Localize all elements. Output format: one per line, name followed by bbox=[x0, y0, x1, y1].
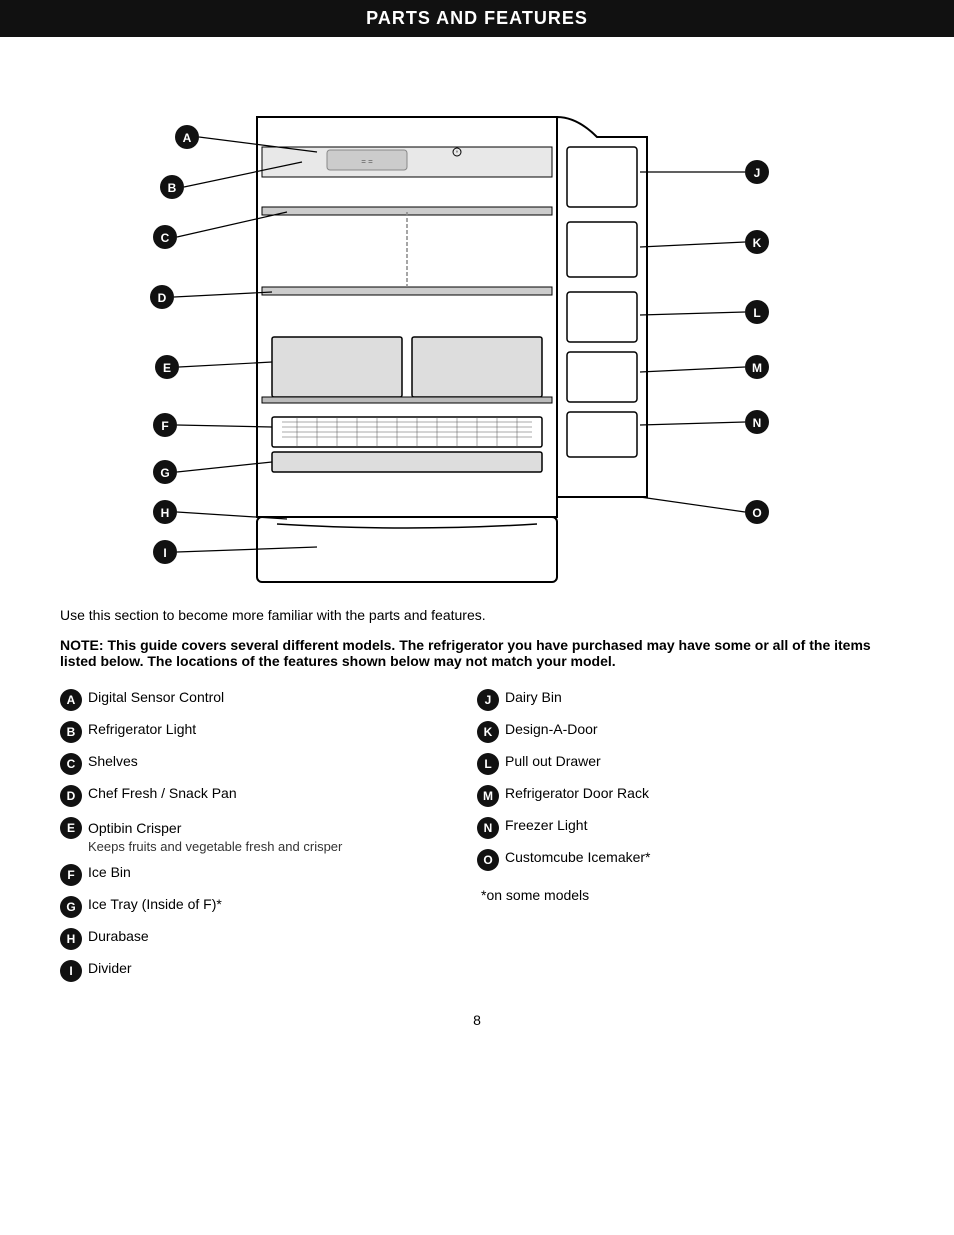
badge-c: C bbox=[60, 753, 82, 775]
intro-label: Use this section to become more familiar… bbox=[60, 607, 486, 623]
badge-m: M bbox=[477, 785, 499, 807]
feature-c-label: Shelves bbox=[88, 753, 138, 769]
note-label: NOTE: This guide covers several differen… bbox=[60, 637, 871, 669]
feature-l-label: Pull out Drawer bbox=[505, 753, 601, 769]
on-some-models: *on some models bbox=[477, 887, 894, 903]
feature-b-label: Refrigerator Light bbox=[88, 721, 196, 737]
feature-o: O Customcube Icemaker* bbox=[477, 849, 894, 871]
badge-e: E bbox=[60, 817, 82, 839]
on-some-models-label: *on some models bbox=[481, 887, 589, 903]
feature-b: B Refrigerator Light bbox=[60, 721, 477, 743]
feature-i: I Divider bbox=[60, 960, 477, 982]
feature-m: M Refrigerator Door Rack bbox=[477, 785, 894, 807]
feature-f: F Ice Bin bbox=[60, 864, 477, 886]
svg-text:C: C bbox=[161, 231, 170, 245]
features-grid: A Digital Sensor Control B Refrigerator … bbox=[0, 689, 954, 992]
svg-text:A: A bbox=[183, 131, 192, 145]
badge-l: L bbox=[477, 753, 499, 775]
feature-l: L Pull out Drawer bbox=[477, 753, 894, 775]
feature-e-label: Optibin Crisper bbox=[88, 820, 181, 836]
feature-k-label: Design-A-Door bbox=[505, 721, 598, 737]
feature-e: E Optibin Crisper Keeps fruits and veget… bbox=[60, 817, 477, 854]
feature-n: N Freezer Light bbox=[477, 817, 894, 839]
badge-g: G bbox=[60, 896, 82, 918]
feature-a-label: Digital Sensor Control bbox=[88, 689, 224, 705]
svg-text:B: B bbox=[168, 181, 177, 195]
svg-text:= =: = = bbox=[361, 157, 373, 166]
feature-e-firstline: E Optibin Crisper bbox=[60, 817, 181, 839]
badge-j: J bbox=[477, 689, 499, 711]
svg-text:O: O bbox=[752, 506, 761, 520]
feature-g-label: Ice Tray (Inside of F)* bbox=[88, 896, 222, 912]
feature-n-label: Freezer Light bbox=[505, 817, 587, 833]
svg-text:M: M bbox=[752, 361, 762, 375]
feature-d: D Chef Fresh / Snack Pan bbox=[60, 785, 477, 807]
page-header: PARTS AND FEATURES bbox=[0, 0, 954, 37]
svg-text:E: E bbox=[163, 361, 171, 375]
page-number: 8 bbox=[0, 1012, 954, 1048]
feature-h-label: Durabase bbox=[88, 928, 149, 944]
diagram-container: = = ° bbox=[87, 57, 867, 587]
svg-text:J: J bbox=[754, 166, 761, 180]
badge-d: D bbox=[60, 785, 82, 807]
feature-c: C Shelves bbox=[60, 753, 477, 775]
badge-f: F bbox=[60, 864, 82, 886]
badge-a: A bbox=[60, 689, 82, 711]
badge-h: H bbox=[60, 928, 82, 950]
feature-h: H Durabase bbox=[60, 928, 477, 950]
feature-k: K Design-A-Door bbox=[477, 721, 894, 743]
svg-text:D: D bbox=[158, 291, 167, 305]
svg-text:F: F bbox=[161, 419, 168, 433]
svg-text:N: N bbox=[753, 416, 762, 430]
feature-e-sub: Keeps fruits and vegetable fresh and cri… bbox=[88, 839, 342, 854]
badge-i: I bbox=[60, 960, 82, 982]
svg-text:K: K bbox=[753, 236, 762, 250]
svg-text:H: H bbox=[161, 506, 170, 520]
note-text: NOTE: This guide covers several differen… bbox=[0, 637, 954, 669]
right-features-col: J Dairy Bin K Design-A-Door L Pull out D… bbox=[477, 689, 894, 992]
svg-text:L: L bbox=[753, 306, 760, 320]
feature-a: A Digital Sensor Control bbox=[60, 689, 477, 711]
page-number-label: 8 bbox=[473, 1012, 481, 1028]
feature-g: G Ice Tray (Inside of F)* bbox=[60, 896, 477, 918]
feature-f-label: Ice Bin bbox=[88, 864, 131, 880]
intro-text: Use this section to become more familiar… bbox=[0, 607, 954, 623]
badge-k: K bbox=[477, 721, 499, 743]
feature-i-label: Divider bbox=[88, 960, 132, 976]
fridge-diagram: = = ° bbox=[87, 57, 867, 587]
badge-b: B bbox=[60, 721, 82, 743]
svg-text:G: G bbox=[160, 466, 169, 480]
feature-d-label: Chef Fresh / Snack Pan bbox=[88, 785, 237, 801]
feature-j-label: Dairy Bin bbox=[505, 689, 562, 705]
feature-o-label: Customcube Icemaker* bbox=[505, 849, 651, 865]
left-features-col: A Digital Sensor Control B Refrigerator … bbox=[60, 689, 477, 992]
badge-n: N bbox=[477, 817, 499, 839]
feature-j: J Dairy Bin bbox=[477, 689, 894, 711]
svg-text:I: I bbox=[163, 546, 166, 560]
page-title: PARTS AND FEATURES bbox=[366, 8, 588, 28]
badge-o: O bbox=[477, 849, 499, 871]
feature-m-label: Refrigerator Door Rack bbox=[505, 785, 649, 801]
